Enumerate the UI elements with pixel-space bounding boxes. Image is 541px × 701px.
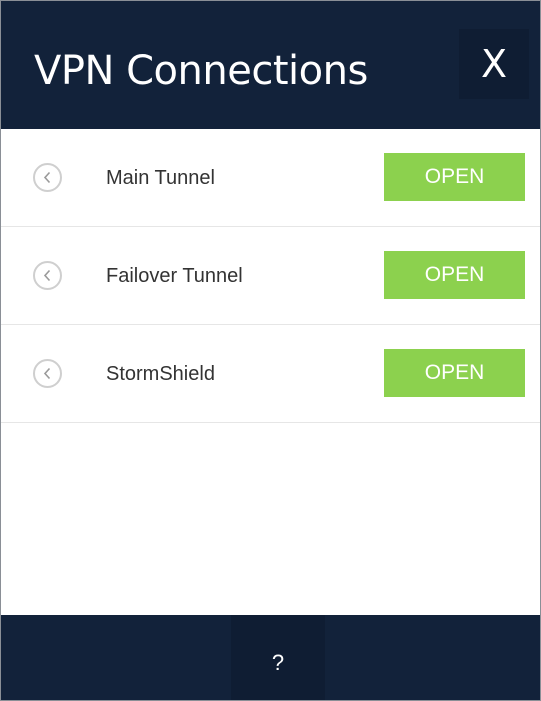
window-title: VPN Connections [34, 48, 368, 94]
chevron-left-circle-icon[interactable] [33, 359, 62, 388]
open-button[interactable]: OPEN [384, 349, 525, 397]
connection-row-stormshield: StormShield OPEN [1, 325, 540, 423]
footer-bar: ? [1, 615, 540, 700]
connection-name: Failover Tunnel [106, 265, 243, 287]
connection-row-failover-tunnel: Failover Tunnel OPEN [1, 227, 540, 325]
connection-row-main-tunnel: Main Tunnel OPEN [1, 129, 540, 227]
open-button[interactable]: OPEN [384, 153, 525, 201]
connection-name: StormShield [106, 363, 215, 385]
vpn-connections-window: VPN Connections X Main Tunnel OPEN Failo… [0, 0, 541, 701]
connection-list: Main Tunnel OPEN Failover Tunnel OPEN St… [1, 129, 540, 423]
connection-name: Main Tunnel [106, 167, 215, 189]
close-button[interactable]: X [459, 29, 529, 99]
header-bar: VPN Connections X [1, 1, 540, 129]
chevron-left-circle-icon[interactable] [33, 163, 62, 192]
help-button[interactable]: ? [231, 615, 325, 700]
open-button[interactable]: OPEN [384, 251, 525, 299]
chevron-left-circle-icon[interactable] [33, 261, 62, 290]
